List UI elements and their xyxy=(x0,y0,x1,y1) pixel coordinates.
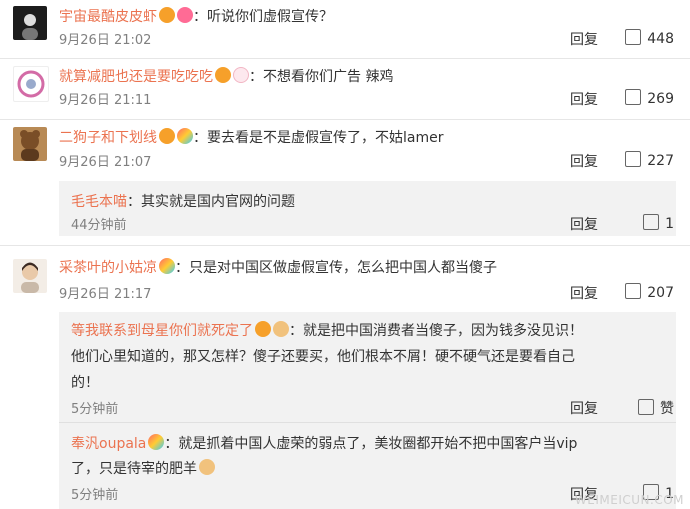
comment-time: 9月26日 21:17 xyxy=(59,287,152,302)
like-button[interactable]: 269 xyxy=(610,89,674,107)
comment-time: 9月26日 21:11 xyxy=(59,93,152,108)
username[interactable]: 宇宙最酷皮皮虾 xyxy=(59,9,157,25)
username[interactable]: 采茶叶的小姑凉 xyxy=(59,260,157,276)
thumbs-up-icon xyxy=(638,399,654,415)
reply-time: 5分钟前 xyxy=(71,402,119,417)
username[interactable]: 二狗子和下划线 xyxy=(59,130,157,146)
watermark: WEIMEICUN.COM xyxy=(574,493,684,507)
comment-item: 采茶叶的小姑凉 ：只是对中国区做虚假宣传，怎么把中国人都当傻子 9月26日 21:… xyxy=(0,252,690,312)
reply-time: 44分钟前 xyxy=(71,218,127,233)
comment-time: 9月26日 21:07 xyxy=(59,155,152,170)
comment-item: 就算减肥也还是要吃吃吃 ：不想看你们广告 辣鸡 9月26日 21:11 回复 26… xyxy=(0,60,690,120)
comment-time: 9月26日 21:02 xyxy=(59,33,152,48)
grin-emoji-icon xyxy=(199,459,215,475)
reply-text: ：就是把中国消费者当傻子，因为钱多没见识！ xyxy=(289,323,583,339)
like-count: 1 xyxy=(665,216,674,232)
divider xyxy=(0,245,690,246)
thumbs-up-icon xyxy=(625,89,642,105)
reply-text-continued: 的！ xyxy=(71,375,99,391)
rabbit-badge-icon xyxy=(233,67,249,83)
like-button[interactable]: 227 xyxy=(610,151,674,169)
smile-badge-icon xyxy=(273,321,289,337)
like-count: 269 xyxy=(647,91,674,107)
thumbs-up-icon xyxy=(625,151,642,167)
avatar[interactable] xyxy=(13,66,49,102)
reply-time: 5分钟前 xyxy=(71,488,119,503)
reply-username[interactable]: 等我联系到母星你们就死定了 xyxy=(71,323,253,339)
like-button[interactable]: 207 xyxy=(610,283,674,301)
vip-badge-icon xyxy=(159,7,175,23)
thumbs-up-icon xyxy=(643,214,660,230)
heart-badge-icon xyxy=(177,128,193,144)
reply-button[interactable]: 回复 xyxy=(570,89,598,109)
comment-text: ：只是对中国区做虚假宣传，怎么把中国人都当傻子 xyxy=(175,260,497,276)
like-count: 448 xyxy=(647,31,674,47)
avatar[interactable] xyxy=(13,6,47,40)
reply-username[interactable]: 奉汎oupala xyxy=(71,436,146,452)
comment-item: 宇宙最酷皮皮虾 ：听说你们虚假宣传？ 9月26日 21:02 回复 448 xyxy=(0,0,690,60)
reply-username[interactable]: 毛毛本喵 xyxy=(71,194,127,210)
reply-text-continued: 了，只是待宰的肥羊 xyxy=(71,461,197,477)
reply-button[interactable]: 回复 xyxy=(570,398,598,418)
avatar[interactable] xyxy=(13,127,47,161)
comment-text: ：听说你们虚假宣传？ xyxy=(193,9,333,25)
reply-button[interactable]: 回复 xyxy=(570,214,598,234)
reply-button[interactable]: 回复 xyxy=(570,283,598,303)
username[interactable]: 就算减肥也还是要吃吃吃 xyxy=(59,69,213,85)
avatar[interactable] xyxy=(13,259,47,293)
flower-badge-icon xyxy=(177,7,193,23)
reply-text: ：其实就是国内官网的问题 xyxy=(127,194,295,210)
comment-text: ：要去看是不是虚假宣传了，不姑lamer xyxy=(193,130,444,146)
like-button[interactable]: 1 xyxy=(610,214,674,232)
divider xyxy=(59,422,676,423)
vip-badge-icon xyxy=(255,321,271,337)
comment-item: 二狗子和下划线 ：要去看是不是虚假宣传了，不姑lamer 9月26日 21:07 … xyxy=(0,121,690,181)
like-button[interactable]: 赞 xyxy=(610,398,674,418)
reply-button[interactable]: 回复 xyxy=(570,151,598,171)
like-button[interactable]: 448 xyxy=(610,29,674,47)
reply-button[interactable]: 回复 xyxy=(570,29,598,49)
divider xyxy=(0,58,690,59)
thumbs-up-icon xyxy=(625,283,642,299)
like-count: 227 xyxy=(647,153,674,169)
vip-badge-icon xyxy=(215,67,231,83)
reply-text-continued: 他们心里知道的，那又怎样？傻子还要买，他们根本不屑！硬不硬气还是要看自己 xyxy=(71,349,575,365)
thumbs-up-icon xyxy=(625,29,642,45)
comment-text: ：不想看你们广告 辣鸡 xyxy=(249,69,394,85)
like-count: 207 xyxy=(647,285,674,301)
divider xyxy=(0,119,690,120)
vip-badge-icon xyxy=(159,128,175,144)
heart-badge-icon xyxy=(148,434,165,450)
reply-text: ：就是抓着中国人虚荣的弱点了，美妆圈都开始不把中国客户当vip xyxy=(164,436,578,452)
heart-badge-icon xyxy=(159,258,175,274)
like-count: 赞 xyxy=(660,401,674,417)
